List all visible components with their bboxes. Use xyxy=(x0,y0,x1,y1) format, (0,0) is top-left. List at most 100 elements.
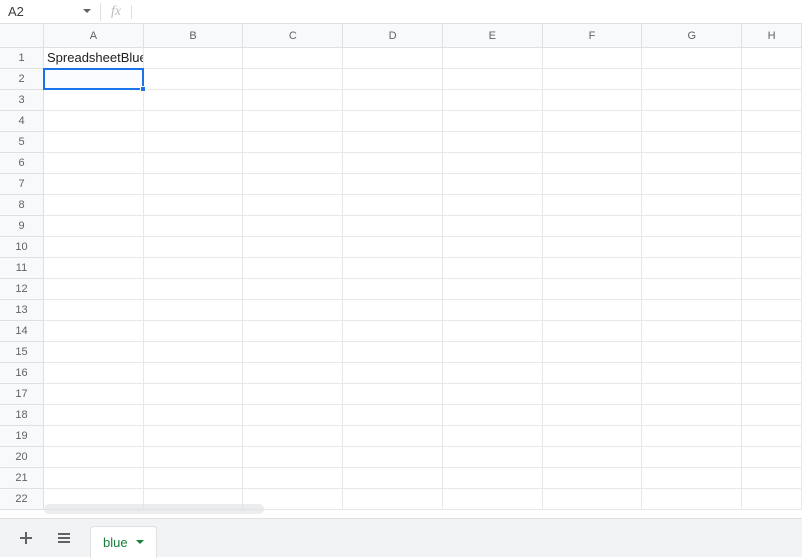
cell-B10[interactable] xyxy=(144,237,244,258)
cell-B7[interactable] xyxy=(144,174,244,195)
cell-B13[interactable] xyxy=(144,300,244,321)
cell-F14[interactable] xyxy=(543,321,643,342)
cell-G17[interactable] xyxy=(642,384,742,405)
cell-E9[interactable] xyxy=(443,216,543,237)
row-header-9[interactable]: 9 xyxy=(0,216,43,237)
cell-F9[interactable] xyxy=(543,216,643,237)
cell-D15[interactable] xyxy=(343,342,443,363)
cell-E17[interactable] xyxy=(443,384,543,405)
cell-D5[interactable] xyxy=(343,132,443,153)
cell-H13[interactable] xyxy=(742,300,802,321)
cell-F17[interactable] xyxy=(543,384,643,405)
cell-H22[interactable] xyxy=(742,489,802,510)
cell-A4[interactable] xyxy=(44,111,144,132)
cell-D6[interactable] xyxy=(343,153,443,174)
cell-C17[interactable] xyxy=(243,384,343,405)
cell-A3[interactable] xyxy=(44,90,144,111)
cell-A11[interactable] xyxy=(44,258,144,279)
cell-H3[interactable] xyxy=(742,90,802,111)
cell-E15[interactable] xyxy=(443,342,543,363)
cell-E7[interactable] xyxy=(443,174,543,195)
cell-H4[interactable] xyxy=(742,111,802,132)
cell-G6[interactable] xyxy=(642,153,742,174)
cell-A10[interactable] xyxy=(44,237,144,258)
cell-F2[interactable] xyxy=(543,69,643,90)
cell-C5[interactable] xyxy=(243,132,343,153)
cell-D9[interactable] xyxy=(343,216,443,237)
cell-E3[interactable] xyxy=(443,90,543,111)
horizontal-scrollbar[interactable] xyxy=(44,504,264,514)
cell-E6[interactable] xyxy=(443,153,543,174)
cell-C8[interactable] xyxy=(243,195,343,216)
row-header-22[interactable]: 22 xyxy=(0,489,43,510)
cell-D13[interactable] xyxy=(343,300,443,321)
cell-A9[interactable] xyxy=(44,216,144,237)
cell-E14[interactable] xyxy=(443,321,543,342)
cell-D8[interactable] xyxy=(343,195,443,216)
cell-D11[interactable] xyxy=(343,258,443,279)
cell-H9[interactable] xyxy=(742,216,802,237)
cell-D12[interactable] xyxy=(343,279,443,300)
cell-B15[interactable] xyxy=(144,342,244,363)
cell-B14[interactable] xyxy=(144,321,244,342)
formula-input[interactable] xyxy=(136,0,802,23)
row-header-7[interactable]: 7 xyxy=(0,174,43,195)
col-header-F[interactable]: F xyxy=(543,24,643,48)
cell-E18[interactable] xyxy=(443,405,543,426)
col-header-C[interactable]: C xyxy=(243,24,343,48)
cell-C16[interactable] xyxy=(243,363,343,384)
cell-C18[interactable] xyxy=(243,405,343,426)
cell-D22[interactable] xyxy=(343,489,443,510)
cell-G4[interactable] xyxy=(642,111,742,132)
cell-H6[interactable] xyxy=(742,153,802,174)
name-box-dropdown[interactable] xyxy=(78,9,96,14)
cell-H11[interactable] xyxy=(742,258,802,279)
cell-C15[interactable] xyxy=(243,342,343,363)
cell-F16[interactable] xyxy=(543,363,643,384)
row-header-16[interactable]: 16 xyxy=(0,363,43,384)
cell-E19[interactable] xyxy=(443,426,543,447)
cell-B11[interactable] xyxy=(144,258,244,279)
cell-B18[interactable] xyxy=(144,405,244,426)
cell-C20[interactable] xyxy=(243,447,343,468)
cell-E20[interactable] xyxy=(443,447,543,468)
cell-A8[interactable] xyxy=(44,195,144,216)
cell-F1[interactable] xyxy=(543,48,643,69)
col-header-H[interactable]: H xyxy=(742,24,802,48)
cell-G2[interactable] xyxy=(642,69,742,90)
cell-E12[interactable] xyxy=(443,279,543,300)
cell-D4[interactable] xyxy=(343,111,443,132)
cell-C1[interactable] xyxy=(243,48,343,69)
cell-B5[interactable] xyxy=(144,132,244,153)
cell-H20[interactable] xyxy=(742,447,802,468)
cell-C4[interactable] xyxy=(243,111,343,132)
cell-C13[interactable] xyxy=(243,300,343,321)
row-header-6[interactable]: 6 xyxy=(0,153,43,174)
cell-C19[interactable] xyxy=(243,426,343,447)
cell-E10[interactable] xyxy=(443,237,543,258)
cell-D20[interactable] xyxy=(343,447,443,468)
cell-C6[interactable] xyxy=(243,153,343,174)
cell-A16[interactable] xyxy=(44,363,144,384)
cell-B16[interactable] xyxy=(144,363,244,384)
cell-G16[interactable] xyxy=(642,363,742,384)
row-header-21[interactable]: 21 xyxy=(0,468,43,489)
cell-G22[interactable] xyxy=(642,489,742,510)
cell-A13[interactable] xyxy=(44,300,144,321)
cell-B4[interactable] xyxy=(144,111,244,132)
cell-H5[interactable] xyxy=(742,132,802,153)
cell-B12[interactable] xyxy=(144,279,244,300)
row-header-13[interactable]: 13 xyxy=(0,300,43,321)
cell-D16[interactable] xyxy=(343,363,443,384)
cell-B21[interactable] xyxy=(144,468,244,489)
cell-G19[interactable] xyxy=(642,426,742,447)
cell-C2[interactable] xyxy=(243,69,343,90)
cell-F11[interactable] xyxy=(543,258,643,279)
cell-C12[interactable] xyxy=(243,279,343,300)
cell-E8[interactable] xyxy=(443,195,543,216)
cell-G20[interactable] xyxy=(642,447,742,468)
cell-F10[interactable] xyxy=(543,237,643,258)
cell-H15[interactable] xyxy=(742,342,802,363)
cell-A6[interactable] xyxy=(44,153,144,174)
sheet-tab-active[interactable]: blue xyxy=(90,526,157,558)
